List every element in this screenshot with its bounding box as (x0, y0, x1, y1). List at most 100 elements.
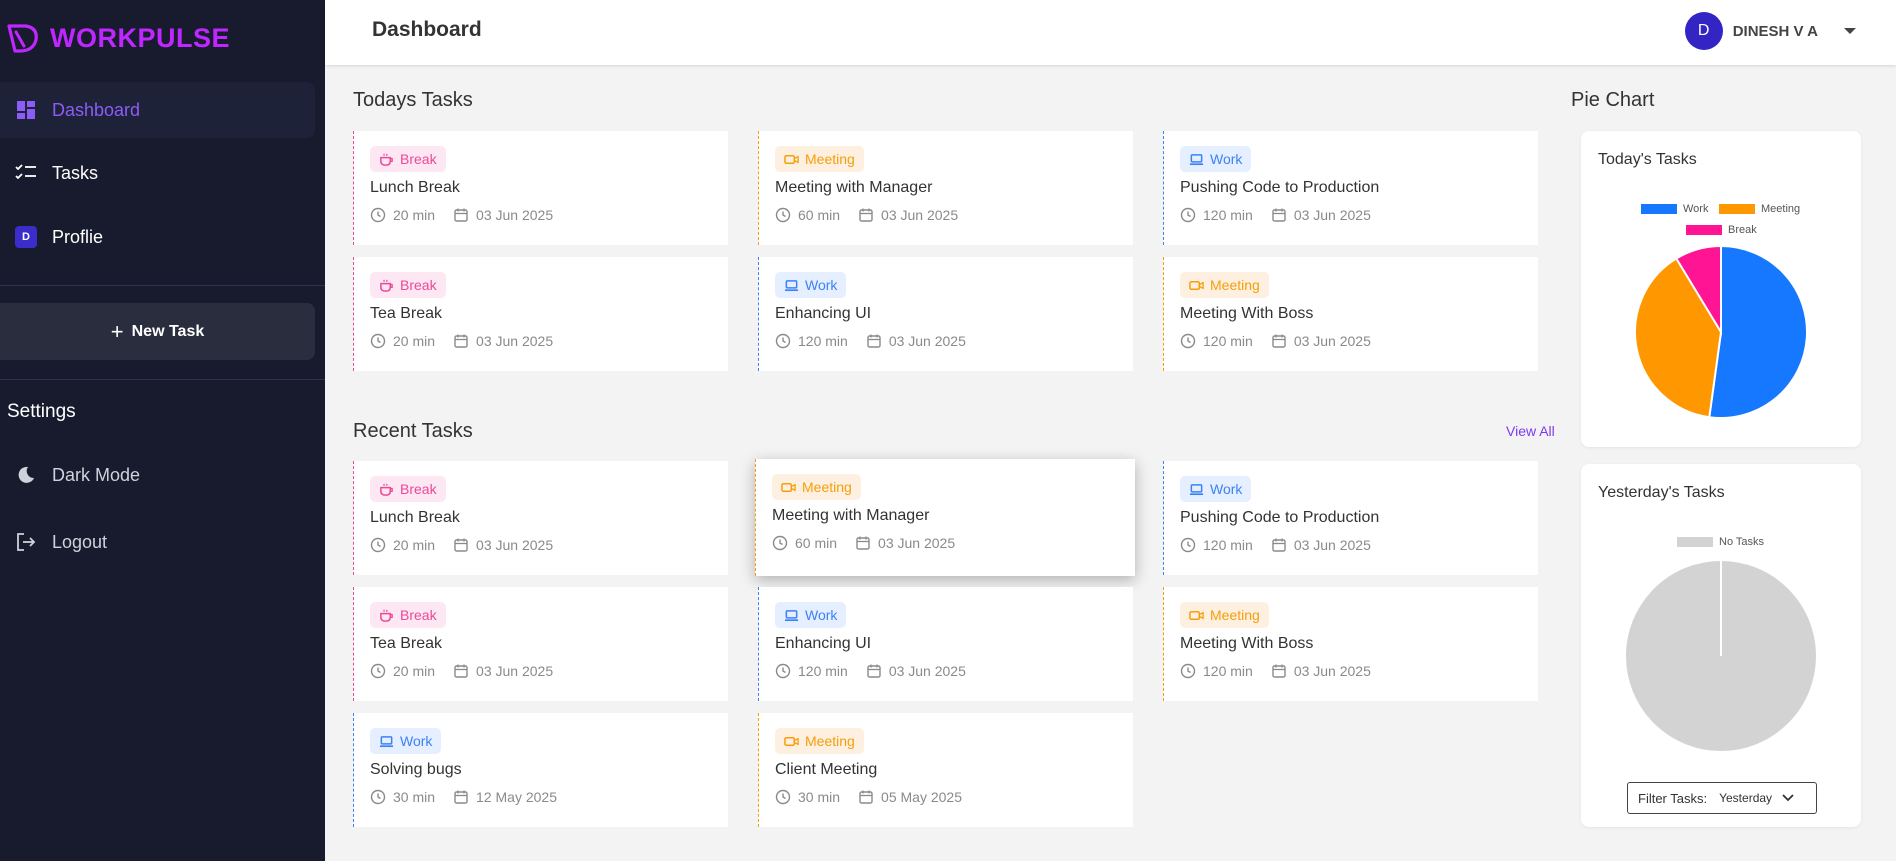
task-date: 05 May 2025 (881, 789, 962, 805)
category-label: Break (400, 151, 437, 167)
category-tag: Meeting (775, 146, 864, 172)
todays-tasks-title: Todays Tasks (353, 89, 473, 111)
laptop-icon (784, 609, 799, 621)
calendar-icon (859, 790, 873, 804)
task-title: Enhancing UI (775, 635, 872, 652)
task-card[interactable]: Meeting Meeting With Boss 120 min 03 Jun 20… (1163, 257, 1538, 371)
clock-icon (1180, 207, 1196, 223)
task-meta: 20 min 03 Jun 2025 (370, 537, 712, 553)
divider (0, 379, 325, 380)
task-card[interactable]: Work Enhancing UI 120 min 03 Jun 2025 (758, 587, 1133, 701)
calendar-icon (859, 208, 873, 222)
new-task-button[interactable]: + New Task (0, 303, 315, 360)
category-tag: Meeting (1180, 272, 1269, 298)
category-tag: Meeting (772, 474, 861, 500)
cup-icon (380, 608, 393, 622)
task-title: Tea Break (370, 305, 443, 322)
logout-button[interactable]: Logout (0, 517, 315, 567)
sidebar-item-dashboard[interactable]: Dashboard (0, 82, 315, 138)
page-title: Dashboard (372, 18, 482, 41)
calendar-icon (454, 664, 468, 678)
category-label: Work (805, 607, 838, 623)
sidebar-item-profile[interactable]: D Proflie (0, 209, 315, 265)
user-menu[interactable]: D DINESH V A (1684, 12, 1856, 50)
category-label: Meeting (1210, 607, 1260, 623)
sidebar-item-tasks[interactable]: Tasks (0, 145, 315, 201)
task-meta: 120 min 03 Jun 2025 (775, 333, 1117, 349)
task-card[interactable]: Break Lunch Break 20 min 03 Jun 2025 (353, 461, 728, 575)
clock-icon (775, 207, 791, 223)
logout-label: Logout (52, 531, 108, 552)
logo-icon (7, 24, 38, 53)
sidebar-item-label: Proflie (52, 226, 104, 247)
new-task-label: New Task (131, 322, 205, 340)
settings-heading: Settings (7, 401, 76, 422)
category-label: Work (400, 733, 433, 749)
task-title: Client Meeting (775, 761, 878, 778)
calendar-icon (856, 536, 870, 550)
task-duration: 120 min (1203, 537, 1253, 553)
task-card[interactable]: Break Tea Break 20 min 03 Jun 2025 (353, 587, 728, 701)
filter-tasks-select[interactable]: Filter Tasks: Yesterday (1627, 782, 1817, 814)
video-icon (784, 736, 799, 746)
task-card[interactable]: Break Tea Break 20 min 03 Jun 2025 (353, 257, 728, 371)
task-card[interactable]: Work Pushing Code to Production 120 min 03 … (1163, 131, 1538, 245)
checklist-icon (14, 161, 38, 185)
filter-label: Filter Tasks: (1638, 790, 1708, 806)
pie-chart-title: Pie Chart (1571, 89, 1655, 111)
sidebar: WORKPULSE Dashboard Tasks D Proflie + Ne… (0, 0, 325, 861)
category-label: Work (1210, 481, 1243, 497)
task-card[interactable]: Meeting Meeting With Boss 120 min 03 Jun 20… (1163, 587, 1538, 701)
category-label: Meeting (805, 151, 855, 167)
task-card[interactable]: Work Solving bugs 30 min 12 May 2025 (353, 713, 728, 827)
clock-icon (1180, 537, 1196, 553)
clock-icon (772, 535, 788, 551)
laptop-icon (1189, 483, 1204, 495)
task-duration: 120 min (1203, 207, 1253, 223)
calendar-icon (454, 538, 468, 552)
category-tag: Break (370, 476, 446, 502)
profile-badge: D (15, 226, 37, 248)
task-card[interactable]: Meeting Client Meeting 30 min 05 May 2025 (758, 713, 1133, 827)
video-icon (1189, 280, 1204, 290)
task-date: 03 Jun 2025 (881, 207, 959, 223)
clock-icon (370, 207, 386, 223)
task-duration: 30 min (798, 789, 841, 805)
task-card[interactable]: Work Enhancing UI 120 min 03 Jun 2025 (758, 257, 1133, 371)
dark-mode-toggle[interactable]: Dark Mode (0, 450, 315, 500)
sidebar-item-label: Tasks (52, 162, 99, 183)
moon-icon (14, 463, 38, 487)
category-label: Meeting (802, 479, 852, 495)
clock-icon (370, 789, 386, 805)
pie-slice-work[interactable] (1708, 244, 1808, 419)
category-tag: Meeting (775, 728, 864, 754)
task-card[interactable]: Work Pushing Code to Production 120 min 03 … (1163, 461, 1538, 575)
category-tag: Work (775, 602, 847, 628)
task-date: 03 Jun 2025 (476, 663, 554, 679)
sidebar-item-label: Dashboard (52, 99, 141, 120)
calendar-icon (454, 208, 468, 222)
task-title: Solving bugs (370, 761, 462, 778)
chevron-down-icon (1782, 794, 1794, 802)
laptop-icon (784, 279, 799, 291)
cup-icon (380, 278, 393, 292)
task-date: 03 Jun 2025 (476, 207, 554, 223)
task-card[interactable]: Break Lunch Break 20 min 03 Jun 2025 (353, 131, 728, 245)
today-pie-chart (1634, 244, 1808, 419)
calendar-icon (1272, 334, 1286, 348)
cup-icon (380, 482, 393, 496)
task-date: 03 Jun 2025 (888, 333, 966, 349)
task-meta: 120 min 03 Jun 2025 (1180, 207, 1522, 223)
task-meta: 20 min 03 Jun 2025 (370, 333, 712, 349)
view-all-link[interactable]: View All (1506, 423, 1555, 439)
logout-icon (14, 530, 38, 554)
task-title: Enhancing UI (775, 305, 872, 322)
task-card[interactable]: Meeting Meeting with Manager 60 min 03 Jun … (755, 459, 1135, 576)
task-date: 12 May 2025 (476, 789, 557, 805)
task-duration: 120 min (798, 663, 848, 679)
task-duration: 20 min (393, 663, 436, 679)
calendar-icon (454, 790, 468, 804)
task-card[interactable]: Meeting Meeting with Manager 60 min 03 Jun … (758, 131, 1133, 245)
video-icon (1189, 610, 1204, 620)
logo[interactable]: WORKPULSE (6, 18, 230, 58)
